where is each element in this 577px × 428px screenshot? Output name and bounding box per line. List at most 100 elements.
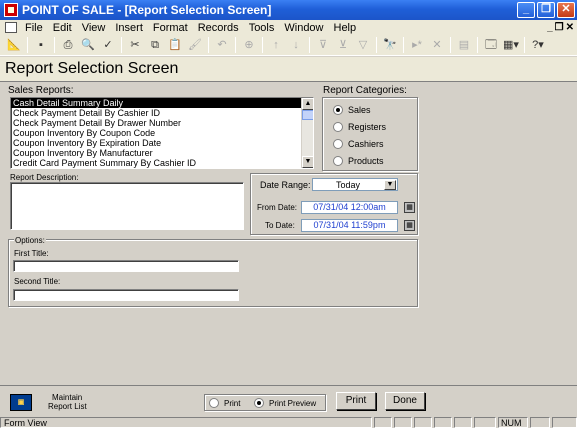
maintain-report-list-icon[interactable]: ▣ — [10, 394, 32, 411]
toolbar: 📐 ▪ ⎙ 🔍 ✓ ✂ ⧉ 📋 🖌 ↶ ⊕ ↑ ↓ ⊽ ⊻ ▽ 🔭 ▸* ✕ ▤… — [0, 35, 577, 56]
list-item[interactable]: Check Payment Detail By Drawer Number — [11, 118, 313, 128]
output-print-preview-option[interactable]: Print Preview — [254, 398, 316, 408]
status-cell-2 — [394, 417, 412, 428]
list-item[interactable]: Credit Card Payment Summary By Cashier I… — [11, 158, 313, 168]
menu-help[interactable]: Help — [329, 22, 362, 34]
output-option-group: Print Print Preview — [204, 394, 326, 411]
menu-bar: File Edit View Insert Format Records Too… — [0, 20, 577, 35]
list-scrollbar[interactable]: ▲ ▼ — [301, 98, 313, 168]
format-painter-icon[interactable]: 🖌 — [187, 37, 203, 53]
scroll-thumb[interactable] — [302, 110, 313, 120]
from-date-calendar-icon[interactable]: ▦ — [404, 202, 415, 213]
from-date-label: From Date: — [257, 203, 298, 212]
date-range-group: Date Range: Today ▼ From Date: 07/31/04 … — [250, 173, 418, 235]
report-categories-group: Sales Registers Cashiers Products — [322, 97, 418, 171]
paste-icon[interactable]: 📋 — [167, 37, 183, 53]
scroll-down-icon[interactable]: ▼ — [302, 156, 313, 168]
sales-reports-list[interactable]: Cash Detail Summary Daily Check Payment … — [10, 97, 314, 169]
radio-selected-icon[interactable] — [254, 398, 264, 408]
first-title-label: First Title: — [14, 249, 49, 258]
apply-filter-icon[interactable]: ▽ — [355, 37, 371, 53]
form-header: Report Selection Screen — [0, 57, 577, 82]
menu-edit[interactable]: Edit — [48, 22, 77, 34]
status-bar: Form View NUM — [0, 417, 577, 428]
document-icon[interactable] — [5, 22, 17, 33]
list-item[interactable]: Coupon Inventory By Manufacturer — [11, 148, 313, 158]
radio-icon[interactable] — [333, 122, 343, 132]
menu-view[interactable]: View — [77, 22, 111, 34]
category-products-option[interactable]: Products — [333, 156, 384, 166]
radio-icon[interactable] — [333, 139, 343, 149]
restore-button[interactable]: ❐ — [537, 2, 555, 18]
database-window-icon[interactable]: 🗔 — [483, 37, 499, 53]
report-description-box[interactable] — [10, 182, 244, 230]
minimize-button[interactable]: _ — [517, 2, 535, 18]
print-preview-icon[interactable]: 🔍 — [80, 37, 96, 53]
options-group: Options: First Title: Second Title: — [8, 236, 418, 307]
mdi-minimize-button[interactable]: _ — [547, 22, 553, 33]
menu-file[interactable]: File — [20, 22, 48, 34]
print-icon[interactable]: ⎙ — [60, 37, 76, 53]
menu-tools[interactable]: Tools — [244, 22, 280, 34]
second-title-field[interactable] — [13, 289, 239, 301]
scroll-up-icon[interactable]: ▲ — [302, 98, 313, 110]
title-bar: POINT OF SALE - [Report Selection Screen… — [0, 0, 577, 20]
report-description-label: Report Description: — [10, 173, 79, 182]
num-lock-indicator: NUM — [498, 417, 528, 428]
second-title-label: Second Title: — [14, 277, 61, 286]
spelling-icon[interactable]: ✓ — [100, 37, 116, 53]
list-item[interactable]: Check Payment Detail By Cashier ID — [11, 108, 313, 118]
menu-insert[interactable]: Insert — [110, 22, 148, 34]
delete-record-icon[interactable]: ✕ — [429, 37, 445, 53]
properties-icon[interactable]: ▤ — [456, 37, 472, 53]
to-date-label: To Date: — [265, 221, 295, 230]
save-icon[interactable]: ▪ — [33, 37, 49, 53]
filter-by-selection-icon[interactable]: ⊽ — [315, 37, 331, 53]
output-print-option[interactable]: Print — [209, 398, 240, 408]
radio-icon[interactable] — [209, 398, 219, 408]
sales-reports-label: Sales Reports: — [8, 85, 74, 96]
mdi-restore-button[interactable]: ❐ — [555, 22, 564, 33]
cut-icon[interactable]: ✂ — [127, 37, 143, 53]
radio-selected-icon[interactable] — [333, 105, 343, 115]
report-list-label: Report List — [48, 402, 87, 411]
help-icon[interactable]: ?▾ — [530, 37, 546, 53]
category-registers-option[interactable]: Registers — [333, 122, 386, 132]
status-cell-4 — [434, 417, 452, 428]
close-button[interactable]: ✕ — [557, 2, 575, 18]
print-button[interactable]: Print — [336, 392, 376, 410]
chevron-down-icon[interactable]: ▼ — [384, 180, 396, 190]
menu-format[interactable]: Format — [148, 22, 193, 34]
radio-icon[interactable] — [333, 156, 343, 166]
view-icon[interactable]: 📐 — [6, 37, 22, 53]
new-object-icon[interactable]: ▦▾ — [503, 37, 519, 53]
form-footer: ▣ Maintain Report List Print Print Previ… — [0, 385, 577, 417]
filter-by-form-icon[interactable]: ⊻ — [335, 37, 351, 53]
app-icon[interactable] — [4, 3, 18, 17]
category-sales-option[interactable]: Sales — [333, 105, 371, 115]
copy-icon[interactable]: ⧉ — [147, 37, 163, 53]
first-title-field[interactable] — [13, 260, 239, 272]
date-range-select[interactable]: Today ▼ — [312, 178, 398, 191]
menu-window[interactable]: Window — [279, 22, 328, 34]
list-item[interactable]: Cash Detail Summary Daily — [11, 98, 313, 108]
menu-records[interactable]: Records — [193, 22, 244, 34]
status-cell-5 — [454, 417, 472, 428]
undo-icon[interactable]: ↶ — [214, 37, 230, 53]
from-date-field[interactable]: 07/31/04 12:00am — [301, 201, 398, 214]
page-title: Report Selection Screen — [5, 60, 179, 77]
new-record-icon[interactable]: ▸* — [409, 37, 425, 53]
window-title: POINT OF SALE - [Report Selection Screen… — [22, 3, 272, 17]
find-icon[interactable]: 🔭 — [382, 37, 398, 53]
list-item[interactable]: Coupon Inventory By Expiration Date — [11, 138, 313, 148]
mdi-close-button[interactable]: ✕ — [566, 22, 574, 33]
to-date-calendar-icon[interactable]: ▦ — [404, 220, 415, 231]
list-item[interactable]: Coupon Inventory By Coupon Code — [11, 128, 313, 138]
category-cashiers-option[interactable]: Cashiers — [333, 139, 384, 149]
done-button[interactable]: Done — [385, 392, 425, 410]
sort-descending-icon[interactable]: ↓ — [288, 37, 304, 53]
to-date-field[interactable]: 07/31/04 11:59pm — [301, 219, 398, 232]
status-cell-6 — [474, 417, 496, 428]
hyperlink-icon[interactable]: ⊕ — [241, 37, 257, 53]
sort-ascending-icon[interactable]: ↑ — [268, 37, 284, 53]
